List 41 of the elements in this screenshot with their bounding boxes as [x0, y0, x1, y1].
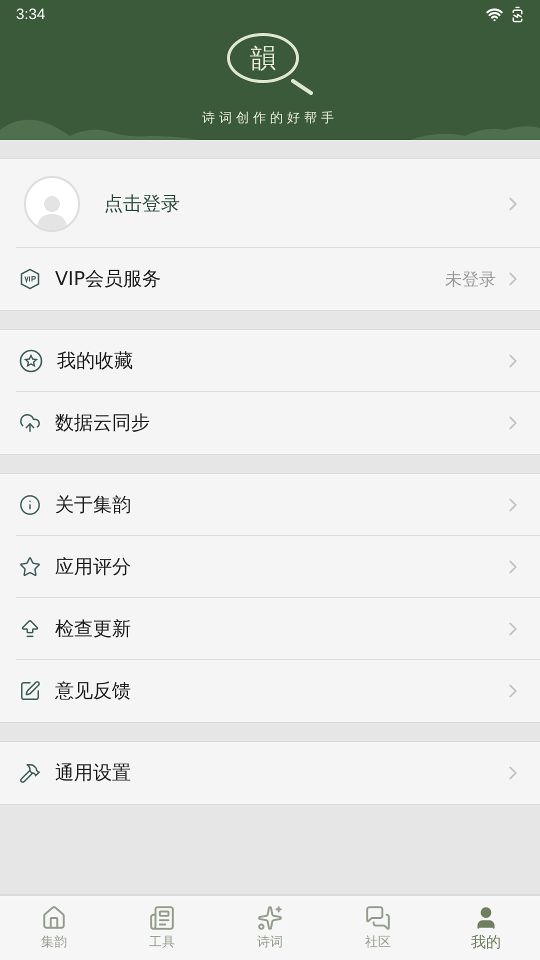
- menu-item[interactable]: 关于集韵: [0, 474, 540, 536]
- login-row[interactable]: 点击登录: [0, 159, 540, 248]
- menu-label: 检查更新: [55, 617, 132, 642]
- nav-label: 诗词: [257, 934, 283, 951]
- chat-icon: [365, 905, 391, 931]
- star-circle-icon: [19, 349, 43, 373]
- cloud-upload-icon: [19, 412, 41, 434]
- edit-icon: [19, 680, 41, 702]
- logo: 韻: [227, 33, 313, 95]
- menu-label: 通用设置: [55, 761, 132, 786]
- hammer-icon: [19, 762, 41, 784]
- home-icon: [41, 905, 67, 931]
- menu-item[interactable]: 检查更新: [0, 598, 540, 660]
- menu-item[interactable]: 我的收藏: [0, 330, 540, 392]
- sparkle-icon: [257, 905, 283, 931]
- nav-label: 我的: [471, 932, 501, 952]
- wifi-icon: [486, 6, 503, 22]
- tagline: 诗词创作的好帮手: [202, 110, 338, 127]
- nav-label: 集韵: [41, 934, 67, 951]
- vip-hexagon-icon: [19, 268, 41, 290]
- menu-label: 应用评分: [55, 555, 132, 580]
- menu-label: 意见反馈: [55, 679, 132, 704]
- status-time: 3:34: [16, 6, 46, 22]
- nav-label: 社区: [365, 934, 391, 951]
- nav-tab[interactable]: 我的: [432, 896, 540, 960]
- info-icon: [19, 494, 41, 516]
- menu-label: 数据云同步: [55, 411, 151, 436]
- menu-item[interactable]: 通用设置: [0, 742, 540, 804]
- menu-item[interactable]: 意见反馈: [0, 660, 540, 722]
- login-label: 点击登录: [104, 192, 181, 216]
- menu-label: 关于集韵: [55, 493, 132, 518]
- menu-item[interactable]: 数据云同步: [0, 392, 540, 454]
- menu-label: 我的收藏: [57, 349, 134, 374]
- menu-item[interactable]: 应用评分: [0, 536, 540, 598]
- menu-item[interactable]: VIP会员服务 未登录: [0, 248, 540, 310]
- newspaper-icon: [149, 905, 175, 931]
- star-icon: [19, 556, 41, 578]
- menu-value: 未登录: [445, 268, 496, 290]
- nav-label: 工具: [149, 934, 175, 951]
- menu-label: VIP会员服务: [55, 267, 162, 292]
- up-arrow-icon: [19, 618, 41, 640]
